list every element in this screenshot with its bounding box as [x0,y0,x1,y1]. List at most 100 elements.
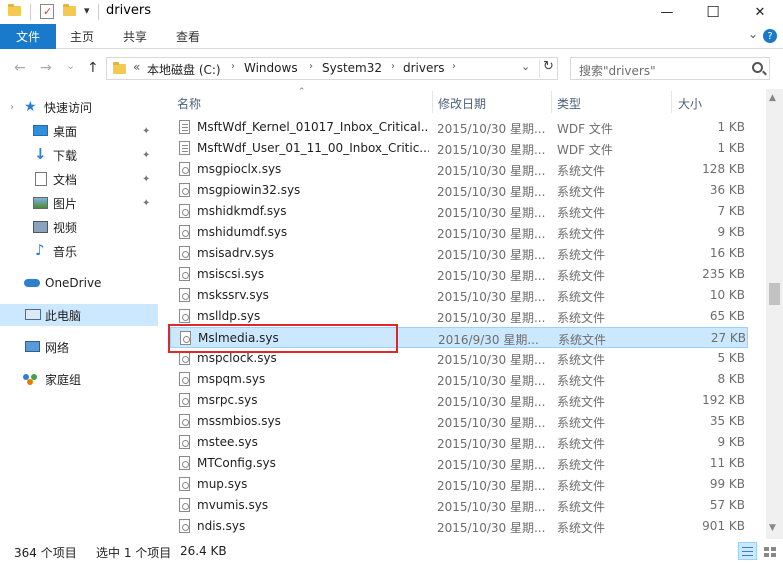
minimize-button[interactable]: — [644,0,690,24]
pin-icon[interactable]: ✦ [142,150,150,161]
file-name: msgpiowin32.sys [197,183,301,197]
file-name: msiscsi.sys [197,267,265,281]
back-button[interactable]: ← [14,60,26,76]
table-row[interactable]: mspclock.sys 2015/10/30 星期... 系统文件 5 KB [170,348,748,369]
column-divider[interactable] [551,91,552,113]
address-overflow-icon[interactable]: « [133,60,140,74]
table-row[interactable]: msgpiowin32.sys 2015/10/30 星期... 系统文件 36 KB [170,180,748,201]
sidebar-item-onedrive[interactable]: OneDrive [0,272,158,294]
pin-icon[interactable]: ✦ [142,126,150,137]
sidebar-item-this-pc[interactable]: 此电脑 [0,304,158,326]
sidebar-item-label: 下载 [53,148,78,163]
column-header-type[interactable]: 类型 [557,95,581,112]
breadcrumb-separator-icon[interactable]: › [452,61,456,72]
sidebar-item-desktop[interactable]: 桌面 ✦ [0,120,158,142]
file-date: 2015/10/30 星期... [437,395,546,409]
table-row[interactable]: MsftWdf_User_01_11_00_Inbox_Critic... 201… [170,138,748,159]
search-input[interactable]: 搜索"drivers" [570,57,770,80]
expand-icon[interactable]: › [10,102,14,113]
sidebar-item-videos[interactable]: 视频 [0,216,158,238]
properties-icon[interactable]: ✓ [40,4,54,19]
table-row[interactable]: msrpc.sys 2015/10/30 星期... 系统文件 192 KB [170,390,748,411]
sidebar-item-pictures[interactable]: 图片 ✦ [0,192,158,214]
file-type: 系统文件 [557,185,606,199]
navigation-pane: › ★ 快速访问 桌面 ✦ ↓ 下载 ✦ 文档 ✦ 图片 ✦ 视频 ♪ 音乐 O… [0,89,158,539]
scrollbar-thumb[interactable] [769,283,780,305]
breadcrumb-separator-icon[interactable]: › [391,61,395,72]
breadcrumb-drivers[interactable]: drivers [403,61,445,75]
tab-share[interactable]: 共享 [123,24,147,49]
file-type: 系统文件 [558,333,607,347]
ribbon-expand-icon[interactable]: ⌄ [748,27,758,41]
table-row[interactable]: ndis.sys 2015/10/30 星期... 系统文件 901 KB [170,516,748,537]
table-row[interactable]: msisadrv.sys 2015/10/30 星期... 系统文件 16 KB [170,243,748,264]
scroll-down-icon[interactable]: ▼ [769,523,776,533]
cloud-icon [24,279,40,287]
table-row[interactable]: MsftWdf_Kernel_01017_Inbox_Critical.... 2… [170,117,748,138]
table-row[interactable]: MTConfig.sys 2015/10/30 星期... 系统文件 11 KB [170,453,748,474]
pin-icon[interactable]: ✦ [142,198,150,209]
column-header-name[interactable]: 名称 [177,95,201,112]
help-icon[interactable]: ? [763,29,777,43]
up-button[interactable]: ↑ [87,60,99,76]
column-divider[interactable] [671,91,672,113]
file-date: 2015/10/30 星期... [437,353,546,367]
forward-button[interactable]: → [40,60,52,76]
file-date: 2015/10/30 星期... [437,500,546,514]
file-size: 8 KB [717,372,745,386]
file-type: 系统文件 [557,269,606,283]
file-size: 9 KB [717,225,745,239]
breadcrumb-local-disk[interactable]: 本地磁盘 (C:) [147,61,221,78]
sidebar-item-network[interactable]: 网络 [0,336,158,358]
column-header-date[interactable]: 修改日期 [438,95,486,112]
column-header-size[interactable]: 大小 [678,95,702,112]
sidebar-item-downloads[interactable]: ↓ 下载 ✦ [0,144,158,166]
details-view-button[interactable] [738,542,757,560]
file-date: 2016/9/30 星期... [438,333,539,347]
table-row[interactable]: msiscsi.sys 2015/10/30 星期... 系统文件 235 KB [170,264,748,285]
large-icons-view-button[interactable] [760,542,779,560]
table-row[interactable]: mstee.sys 2015/10/30 星期... 系统文件 9 KB [170,432,748,453]
refresh-icon[interactable]: ↻ [539,59,557,78]
breadcrumb-separator-icon[interactable]: › [231,61,235,72]
address-bar[interactable]: « 本地磁盘 (C:) › Windows › System32 › drive… [106,57,558,80]
breadcrumb-windows[interactable]: Windows [244,61,298,75]
vertical-scrollbar[interactable]: ▲ ▼ [766,89,783,539]
scroll-up-icon[interactable]: ▲ [769,93,776,103]
table-row[interactable]: mspqm.sys 2015/10/30 星期... 系统文件 8 KB [170,369,748,390]
file-size: 16 KB [709,246,745,260]
table-row[interactable]: mshidkmdf.sys 2015/10/30 星期... 系统文件 7 KB [170,201,748,222]
table-row[interactable]: mvumis.sys 2015/10/30 星期... 系统文件 57 KB [170,495,748,516]
table-row[interactable]: mslldp.sys 2015/10/30 星期... 系统文件 65 KB [170,306,748,327]
file-size: 9 KB [717,435,745,449]
breadcrumb-separator-icon[interactable]: › [309,61,313,72]
tab-file[interactable]: 文件 [0,24,56,49]
recent-locations-button[interactable]: ⌄ [66,59,75,72]
table-row[interactable]: Mslmedia.sys 2016/9/30 星期... 系统文件 27 KB [170,327,748,348]
pin-icon[interactable]: ✦ [142,174,150,185]
address-dropdown-icon[interactable]: ⌄ [521,60,530,73]
file-type: 系统文件 [557,311,606,325]
sidebar-item-homegroup[interactable]: 家庭组 [0,368,158,390]
table-row[interactable]: msgpioclx.sys 2015/10/30 星期... 系统文件 128 KB [170,159,748,180]
tab-view[interactable]: 查看 [176,24,200,49]
tab-home[interactable]: 主页 [70,24,94,49]
table-row[interactable]: mskssrv.sys 2015/10/30 星期... 系统文件 10 KB [170,285,748,306]
maximize-button[interactable]: ☐ [690,0,736,24]
file-list: ⌃ 名称 修改日期 类型 大小 MsftWdf_Kernel_01017_Inb… [170,87,766,539]
sidebar-item-documents[interactable]: 文档 ✦ [0,168,158,190]
table-row[interactable]: mshidumdf.sys 2015/10/30 星期... 系统文件 9 KB [170,222,748,243]
sidebar-item-music[interactable]: ♪ 音乐 [0,240,158,262]
file-size: 10 KB [709,288,745,302]
file-size: 192 KB [702,393,745,407]
breadcrumb-system32[interactable]: System32 [322,61,382,75]
table-row[interactable]: mup.sys 2015/10/30 星期... 系统文件 99 KB [170,474,748,495]
search-icon[interactable] [752,62,763,73]
table-row[interactable]: mssmbios.sys 2015/10/30 星期... 系统文件 35 KB [170,411,748,432]
file-size: 1 KB [717,120,745,134]
close-button[interactable]: ✕ [737,0,783,24]
column-divider[interactable] [432,91,433,113]
qa-dropdown-icon[interactable]: ▾ [84,4,90,17]
file-date: 2015/10/30 星期... [437,269,546,283]
sidebar-item-quick-access[interactable]: › ★ 快速访问 [0,96,158,118]
